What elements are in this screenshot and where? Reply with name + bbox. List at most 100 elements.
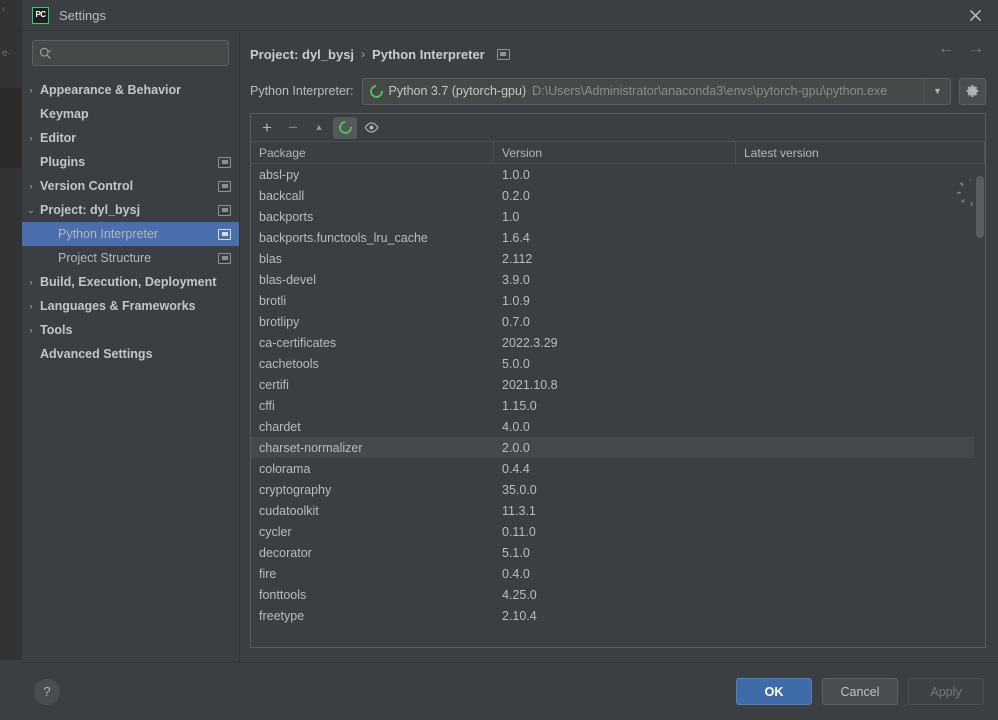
ok-button[interactable]: OK xyxy=(736,678,812,705)
breadcrumb-separator: › xyxy=(361,47,366,61)
sidebar-item-version-control[interactable]: › Version Control xyxy=(22,174,239,198)
table-row[interactable]: fonttools 4.25.0 xyxy=(251,584,985,605)
package-version: 1.0 xyxy=(502,209,520,224)
arrow-left-icon[interactable]: ← xyxy=(938,41,954,57)
project-scope-icon xyxy=(496,48,510,60)
table-row[interactable]: cffi 1.15.0 xyxy=(251,395,985,416)
table-row[interactable]: colorama 0.4.4 xyxy=(251,458,985,479)
sidebar-item-build-execution-deployment[interactable]: › Build, Execution, Deployment xyxy=(22,270,239,294)
table-row[interactable]: blas-devel 3.9.0 xyxy=(251,269,985,290)
search-container xyxy=(22,40,239,76)
table-row[interactable]: cudatoolkit 11.3.1 xyxy=(251,500,985,521)
table-row[interactable]: blas 2.112 xyxy=(251,248,985,269)
package-version: 1.0.9 xyxy=(502,293,530,308)
settings-sidebar: › Appearance & Behavior Keymap › Editor Plugi… xyxy=(22,31,240,662)
show-early-releases-button[interactable] xyxy=(359,117,383,139)
sidebar-item-label: Python Interpreter xyxy=(58,227,159,241)
table-row[interactable]: certifi 2021.10.8 xyxy=(251,374,985,395)
packages-scrollbar-thumb[interactable] xyxy=(976,176,984,238)
arrow-right-icon[interactable]: → xyxy=(968,41,984,57)
interpreter-dropdown[interactable]: Python 3.7 (pytorch-gpu) D:\Users\Admini… xyxy=(361,77,951,105)
chevron-down-icon[interactable]: ⌄ xyxy=(22,205,40,216)
table-row[interactable]: freetype 2.10.4 xyxy=(251,605,985,626)
add-package-button[interactable]: + xyxy=(255,117,279,139)
search-icon xyxy=(39,47,52,60)
minus-icon: − xyxy=(288,118,298,137)
table-row[interactable]: brotlipy 0.7.0 xyxy=(251,311,985,332)
sidebar-item-project-dyl-bysj[interactable]: ⌄ Project: dyl_bysj xyxy=(22,198,239,222)
dialog-titlebar: PC Settings xyxy=(22,0,998,31)
table-row[interactable]: backcall 0.2.0 xyxy=(251,185,985,206)
dialog-footer: ? OK Cancel Apply xyxy=(22,662,998,720)
sidebar-item-tools[interactable]: › Tools xyxy=(22,318,239,342)
sidebar-item-keymap[interactable]: Keymap xyxy=(22,102,239,126)
arrow-up-icon: ▲ xyxy=(314,122,324,132)
table-row[interactable]: backports 1.0 xyxy=(251,206,985,227)
sidebar-item-editor[interactable]: › Editor xyxy=(22,126,239,150)
package-name: brotlipy xyxy=(259,314,300,329)
package-name: fire xyxy=(259,566,277,581)
table-row[interactable]: cycler 0.11.0 xyxy=(251,521,985,542)
table-row[interactable]: backports.functools_lru_cache 1.6.4 xyxy=(251,227,985,248)
package-version: 0.4.0 xyxy=(502,566,530,581)
interpreter-row: Python Interpreter: Python 3.7 (pytorch-… xyxy=(250,69,986,113)
chevron-right-icon[interactable]: › xyxy=(22,325,40,335)
package-version: 0.2.0 xyxy=(502,188,530,203)
sidebar-item-python-interpreter[interactable]: Python Interpreter xyxy=(22,222,239,246)
sidebar-item-label: Version Control xyxy=(40,179,134,193)
packages-scrollbar[interactable] xyxy=(974,164,985,647)
search-box[interactable] xyxy=(32,40,229,66)
upgrade-package-button: ▲ xyxy=(307,117,331,139)
package-name: decorator xyxy=(259,545,312,560)
chevron-right-icon[interactable]: › xyxy=(22,85,40,95)
sidebar-item-project-structure[interactable]: Project Structure xyxy=(22,246,239,270)
package-version: 1.0.0 xyxy=(502,167,530,182)
package-name: backports.functools_lru_cache xyxy=(259,230,428,245)
table-row[interactable]: brotli 1.0.9 xyxy=(251,290,985,311)
column-header-package[interactable]: Package xyxy=(251,142,494,163)
background-text-1: ‹ xyxy=(2,4,6,15)
refresh-packages-button[interactable] xyxy=(333,116,357,139)
breadcrumb-project[interactable]: Project: dyl_bysj xyxy=(250,47,354,62)
table-row[interactable]: chardet 4.0.0 xyxy=(251,416,985,437)
table-row[interactable]: fire 0.4.0 xyxy=(251,563,985,584)
interpreter-label: Python Interpreter: xyxy=(250,84,354,98)
search-input[interactable] xyxy=(58,46,222,60)
dialog-body: › Appearance & Behavior Keymap › Editor Plugi… xyxy=(22,31,998,662)
table-row[interactable]: cachetools 5.0.0 xyxy=(251,353,985,374)
cancel-button[interactable]: Cancel xyxy=(822,678,898,705)
chevron-right-icon[interactable]: › xyxy=(22,277,40,287)
table-row[interactable]: ca-certificates 2022.3.29 xyxy=(251,332,985,353)
apply-button: Apply xyxy=(908,678,984,705)
column-header-version[interactable]: Version xyxy=(494,142,736,163)
table-row[interactable]: cryptography 35.0.0 xyxy=(251,479,985,500)
chevron-down-icon[interactable]: ▼ xyxy=(924,78,950,104)
package-version: 0.7.0 xyxy=(502,314,530,329)
close-icon[interactable] xyxy=(952,0,998,31)
column-header-latest-version[interactable]: Latest version xyxy=(736,142,985,163)
chevron-right-icon[interactable]: › xyxy=(22,301,40,311)
navigation-arrows: ← → xyxy=(938,41,984,57)
sidebar-item-languages-frameworks[interactable]: › Languages & Frameworks xyxy=(22,294,239,318)
package-version: 4.25.0 xyxy=(502,587,537,602)
package-name: blas xyxy=(259,251,282,266)
pycharm-logo-icon: PC xyxy=(32,6,49,24)
package-name: freetype xyxy=(259,608,305,623)
package-version: 5.0.0 xyxy=(502,356,530,371)
chevron-right-icon[interactable]: › xyxy=(22,133,40,143)
sidebar-item-label: Plugins xyxy=(40,155,86,169)
package-version: 4.0.0 xyxy=(502,419,530,434)
sidebar-item-appearance-behavior[interactable]: › Appearance & Behavior xyxy=(22,78,239,102)
table-row[interactable]: charset-normalizer 2.0.0 xyxy=(251,437,985,458)
gear-icon[interactable] xyxy=(959,77,986,105)
remove-package-button: − xyxy=(281,117,305,139)
chevron-right-icon[interactable]: › xyxy=(22,181,40,191)
eye-icon xyxy=(364,122,378,133)
package-version: 0.4.4 xyxy=(502,461,530,476)
help-button[interactable]: ? xyxy=(34,678,60,705)
table-row[interactable]: decorator 5.1.0 xyxy=(251,542,985,563)
sidebar-item-plugins[interactable]: Plugins xyxy=(22,150,239,174)
sidebar-item-label: Advanced Settings xyxy=(40,347,153,361)
table-row[interactable]: absl-py 1.0.0 xyxy=(251,164,985,206)
sidebar-item-advanced-settings[interactable]: Advanced Settings xyxy=(22,342,239,366)
